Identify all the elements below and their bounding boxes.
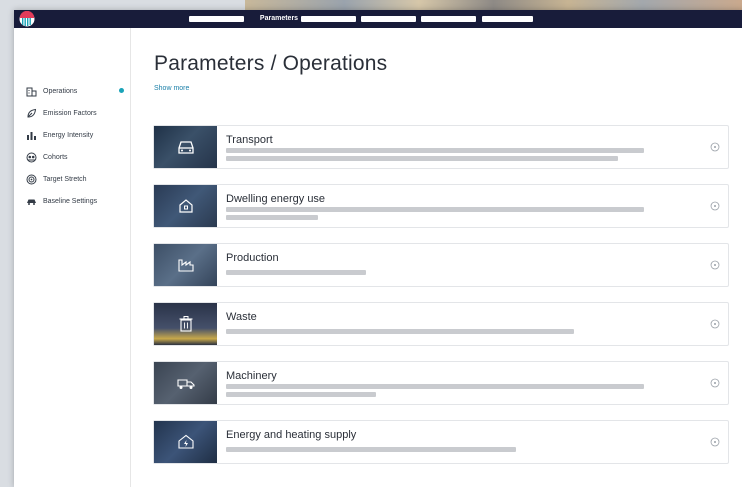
card-title: Waste	[226, 311, 257, 323]
page-title: Parameters / Operations	[154, 52, 388, 75]
placeholder-line	[226, 392, 376, 397]
nav-tab-4[interactable]	[361, 16, 416, 22]
card-thumbnail	[154, 244, 217, 286]
active-indicator-dot	[119, 88, 124, 93]
expand-circle-icon[interactable]	[710, 201, 720, 211]
sidebar-item-emission-factors[interactable]: Emission Factors	[25, 106, 130, 120]
cohorts-icon	[25, 151, 37, 163]
card-title: Production	[226, 252, 279, 264]
bar-chart-icon	[25, 129, 37, 141]
sidebar-item-label: Operations	[43, 87, 78, 95]
sidebar-item-label: Energy Intensity	[43, 131, 94, 139]
sidebar-item-operations[interactable]: Operations	[25, 84, 130, 98]
placeholder-line	[226, 207, 644, 212]
expand-circle-icon[interactable]	[710, 437, 720, 447]
nav-tab-1[interactable]	[189, 16, 244, 22]
expand-circle-icon[interactable]	[710, 260, 720, 270]
sidebar-item-baseline-settings[interactable]: Baseline Settings	[25, 194, 130, 208]
expand-circle-icon[interactable]	[710, 319, 720, 329]
card-thumbnail	[154, 303, 217, 345]
card-waste[interactable]: Waste	[153, 302, 729, 346]
card-machinery[interactable]: Machinery	[153, 361, 729, 405]
car-icon	[25, 195, 37, 207]
card-title: Transport	[226, 134, 273, 146]
expand-circle-icon[interactable]	[710, 142, 720, 152]
placeholder-line	[226, 447, 516, 452]
sidebar-item-energy-intensity[interactable]: Energy Intensity	[25, 128, 130, 142]
card-thumbnail	[154, 126, 217, 168]
placeholder-line	[226, 148, 644, 153]
card-thumbnail	[154, 185, 217, 227]
power-house-icon	[177, 434, 194, 449]
sidebar-item-label: Cohorts	[43, 153, 68, 161]
leaf-icon	[25, 107, 37, 119]
card-title: Dwelling energy use	[226, 193, 326, 205]
card-thumbnail	[154, 421, 217, 463]
nav-tab-parameters[interactable]: Parameters	[254, 13, 304, 25]
show-more-link[interactable]: Show more	[154, 85, 189, 92]
placeholder-line	[226, 270, 366, 275]
sidebar: Operations Emission Factors Energy Inten…	[14, 28, 131, 487]
trash-icon	[179, 316, 192, 332]
car-icon	[177, 141, 194, 154]
placeholder-line	[226, 329, 574, 334]
globe-logo-icon[interactable]	[19, 11, 35, 27]
card-title: Machinery	[226, 370, 277, 382]
sidebar-item-label: Target Stretch	[43, 175, 87, 183]
card-production[interactable]: Production	[153, 243, 729, 287]
house-icon	[178, 199, 193, 213]
card-energy-and-heating-supply[interactable]: Energy and heating supply	[153, 420, 729, 464]
sidebar-item-cohorts[interactable]: Cohorts	[25, 150, 130, 164]
truck-icon	[176, 379, 195, 389]
card-dwelling-energy-use[interactable]: Dwelling energy use	[153, 184, 729, 228]
card-thumbnail	[154, 362, 217, 404]
target-icon	[25, 173, 37, 185]
placeholder-line	[226, 384, 644, 389]
nav-tab-3[interactable]	[301, 16, 356, 22]
sidebar-item-label: Baseline Settings	[43, 197, 98, 205]
placeholder-line	[226, 156, 618, 161]
placeholder-line	[226, 215, 318, 220]
nav-tab-5[interactable]	[421, 16, 476, 22]
factory-icon	[177, 259, 194, 272]
nav-tab-6[interactable]	[482, 16, 533, 22]
card-transport[interactable]: Transport	[153, 125, 729, 169]
app-window: Parameters Operations Emission Factors E…	[14, 10, 742, 487]
sidebar-item-label: Emission Factors	[43, 109, 97, 117]
card-title: Energy and heating supply	[226, 429, 357, 441]
expand-circle-icon[interactable]	[710, 378, 720, 388]
top-nav-bar: Parameters	[14, 10, 742, 28]
building-icon	[25, 85, 37, 97]
sidebar-item-target-stretch[interactable]: Target Stretch	[25, 172, 130, 186]
